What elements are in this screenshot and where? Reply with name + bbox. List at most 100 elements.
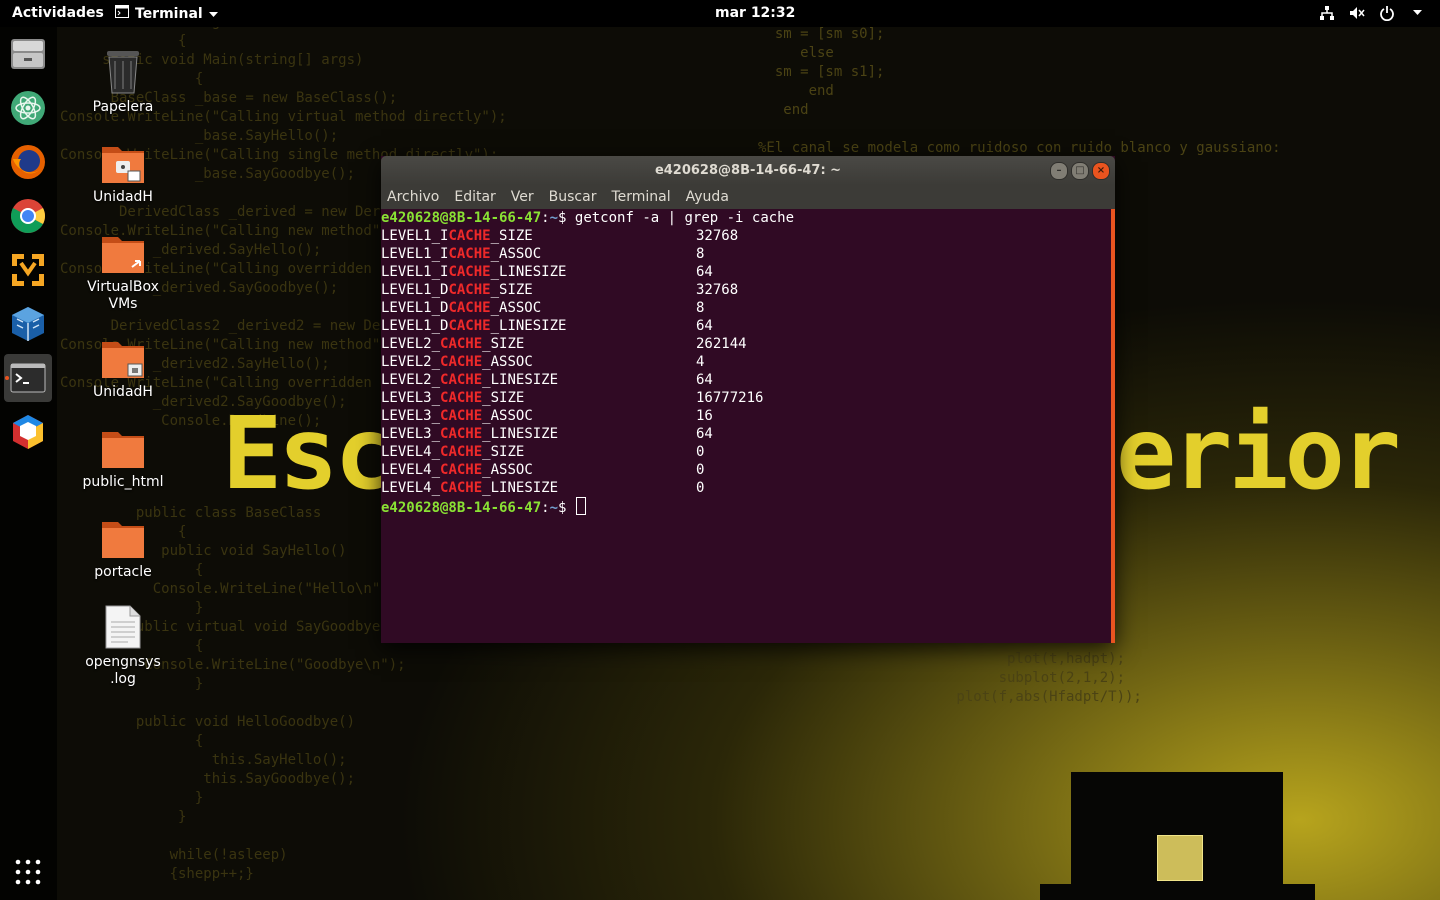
menu-editar[interactable]: Editar <box>454 189 495 205</box>
config-value: 64 <box>696 264 713 280</box>
desktop-icon-label: Papelera <box>92 99 154 115</box>
config-value: 16777216 <box>696 390 764 406</box>
dock-files[interactable] <box>4 30 52 78</box>
sketchup-icon <box>13 415 43 449</box>
network-icon[interactable] <box>1318 4 1336 22</box>
app-menu[interactable]: Terminal <box>115 5 218 22</box>
window-controls: – □ × <box>1050 162 1110 180</box>
dock-terminal[interactable] <box>4 354 52 402</box>
desktop-icon-trash[interactable]: Papelera <box>73 45 173 116</box>
desktop-icon-public-html[interactable]: public_html <box>73 420 173 491</box>
dock-atom[interactable] <box>4 84 52 132</box>
grep-match: CACHE <box>448 228 491 244</box>
dock-vmware[interactable] <box>4 246 52 294</box>
config-name-suffix: _LINESIZE <box>482 426 559 442</box>
desktop-icon-unidadh-1[interactable]: UnidadH <box>73 135 173 206</box>
dock-virtualbox[interactable] <box>4 300 52 348</box>
config-value: 64 <box>696 426 713 442</box>
grep-match: CACHE <box>440 354 483 370</box>
config-value: 4 <box>696 354 705 370</box>
grep-match: CACHE <box>440 426 483 442</box>
config-name-suffix: _ASSOC <box>490 246 542 262</box>
output-row: LEVEL2_CACHE_ASSOC 4 <box>381 353 1111 371</box>
dock-sketchup[interactable] <box>4 408 52 456</box>
config-name-suffix: _LINESIZE <box>490 264 567 280</box>
config-name-prefix: LEVEL4_ <box>381 444 441 460</box>
desktop-icon-virtualbox-vms[interactable]: VirtualBox VMs <box>73 225 173 313</box>
close-button[interactable]: × <box>1092 162 1110 180</box>
menu-buscar[interactable]: Buscar <box>549 189 597 205</box>
maximize-button[interactable]: □ <box>1071 162 1089 180</box>
clock[interactable]: mar 12:32 <box>715 5 795 21</box>
terminal-output[interactable]: e420628@8B-14-66-47:~$ getconf -a | grep… <box>381 209 1111 643</box>
output-row: LEVEL1_ICACHE_ASSOC 8 <box>381 245 1111 263</box>
prompt-user: e420628@8B-14-66-47 <box>381 500 542 516</box>
grep-match: CACHE <box>440 444 483 460</box>
config-name-suffix: _SIZE <box>490 228 533 244</box>
dock-firefox[interactable] <box>4 138 52 186</box>
grep-match: CACHE <box>440 390 483 406</box>
desktop-icon-opengnsys-log[interactable]: opengnsys.log <box>73 600 173 688</box>
output-row: LEVEL3_CACHE_LINESIZE 64 <box>381 425 1111 443</box>
config-value: 64 <box>696 372 713 388</box>
config-name: LEVEL1_ICACHE_SIZE <box>381 227 696 245</box>
menu-terminal[interactable]: Terminal <box>611 189 670 205</box>
grep-match: CACHE <box>448 246 491 262</box>
grep-match: CACHE <box>440 462 483 478</box>
grep-match: CACHE <box>440 480 483 496</box>
grep-match: CACHE <box>448 264 491 280</box>
active-prompt-line[interactable]: e420628@8B-14-66-47:~$ <box>381 497 1111 516</box>
config-value: 0 <box>696 480 705 496</box>
output-row: LEVEL1_DCACHE_SIZE 32768 <box>381 281 1111 299</box>
terminal-window[interactable]: e420628@8B-14-66-47: ~ – □ × Archivo Edi… <box>381 156 1115 643</box>
text-file-icon <box>73 600 173 650</box>
config-value: 8 <box>696 246 705 262</box>
config-value: 262144 <box>696 336 747 352</box>
minimize-button[interactable]: – <box>1050 162 1068 180</box>
config-name: LEVEL2_CACHE_SIZE <box>381 335 696 353</box>
config-name: LEVEL1_DCACHE_LINESIZE <box>381 317 696 335</box>
system-tray[interactable] <box>1318 4 1426 22</box>
output-row: LEVEL4_CACHE_SIZE 0 <box>381 443 1111 461</box>
config-name-prefix: LEVEL1_D <box>381 282 449 298</box>
wallpaper-logo-square <box>1157 835 1203 881</box>
desktop-icon-label: opengnsys.log <box>85 654 161 687</box>
files-icon <box>11 39 45 69</box>
desktop-icon-unidadh-2[interactable]: UnidadH <box>73 330 173 401</box>
config-name-prefix: LEVEL1_D <box>381 300 449 316</box>
volume-muted-icon[interactable] <box>1348 4 1366 22</box>
terminal-scrollbar[interactable] <box>1111 209 1115 643</box>
config-name-prefix: LEVEL3_ <box>381 390 441 406</box>
chevron-down-icon[interactable] <box>1408 4 1426 22</box>
text-cursor <box>575 497 586 515</box>
vmware-icon <box>12 254 44 286</box>
desktop-icon-portacle[interactable]: portacle <box>73 510 173 581</box>
activities-button[interactable]: Actividades <box>12 5 104 21</box>
menu-ayuda[interactable]: Ayuda <box>686 189 729 205</box>
config-name-suffix: _SIZE <box>482 336 525 352</box>
show-applications-button[interactable] <box>4 848 52 896</box>
config-name: LEVEL3_CACHE_ASSOC <box>381 407 696 425</box>
config-name-suffix: _ASSOC <box>490 300 542 316</box>
power-icon[interactable] <box>1378 4 1396 22</box>
output-row: LEVEL3_CACHE_ASSOC 16 <box>381 407 1111 425</box>
folder-icon <box>73 510 173 560</box>
menu-ver[interactable]: Ver <box>511 189 534 205</box>
config-name: LEVEL1_ICACHE_LINESIZE <box>381 263 696 281</box>
window-titlebar[interactable]: e420628@8B-14-66-47: ~ – □ × <box>381 156 1115 185</box>
chevron-down-icon <box>208 6 218 22</box>
config-name-suffix: _LINESIZE <box>482 372 559 388</box>
config-name-suffix: _LINESIZE <box>490 318 567 334</box>
wallpaper-logo-foot-left <box>1040 884 1142 900</box>
grep-match: CACHE <box>440 336 483 352</box>
config-name-prefix: LEVEL1_I <box>381 264 449 280</box>
grep-match: CACHE <box>440 372 483 388</box>
dock-chrome[interactable] <box>4 192 52 240</box>
desktop-icon-label: VirtualBox VMs <box>87 279 159 312</box>
config-name-prefix: LEVEL2_ <box>381 354 441 370</box>
firefox-icon <box>11 145 45 179</box>
desktop-icon-label: public_html <box>82 474 164 490</box>
menu-archivo[interactable]: Archivo <box>387 189 439 205</box>
desktop-icon-label: UnidadH <box>93 189 153 205</box>
config-value: 32768 <box>696 228 739 244</box>
